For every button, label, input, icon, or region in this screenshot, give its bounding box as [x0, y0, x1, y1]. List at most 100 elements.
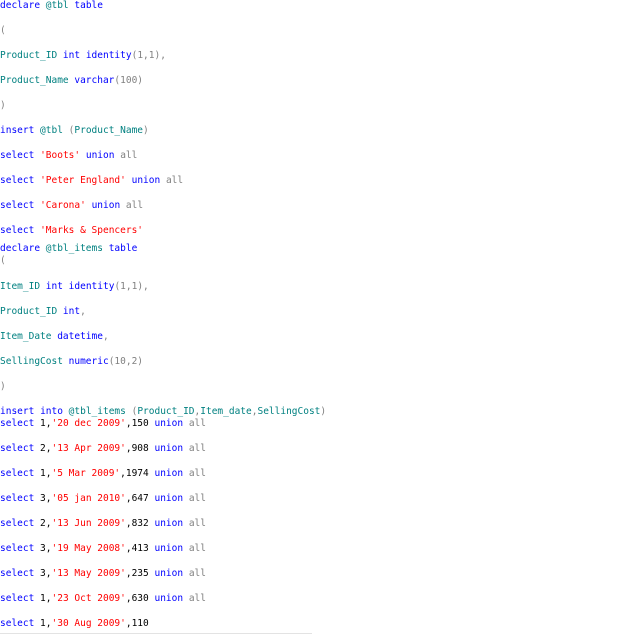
code-token: ) [0, 381, 6, 392]
code-token: ,908 [125, 443, 155, 454]
code-token: 'Peter England' [40, 175, 126, 186]
code-token: select [0, 518, 35, 529]
code-token: all [188, 568, 206, 579]
code-token: ,413 [125, 543, 155, 554]
code-token: select [0, 543, 35, 554]
code-token: @tbl [34, 125, 69, 136]
code-token: (100) [114, 75, 144, 86]
code-token: ) [143, 125, 149, 136]
code-token: select [0, 618, 35, 629]
code-token: @tbl_items [62, 406, 132, 417]
code-line: ( [0, 255, 6, 267]
code-line: Product_ID int, [0, 306, 86, 318]
code-token: all [165, 175, 184, 186]
code-token: select [0, 443, 35, 454]
code-token: union [154, 443, 184, 454]
code-token: 3, [34, 568, 52, 579]
code-token: all [188, 468, 206, 479]
code-token: ,832 [125, 518, 155, 529]
code-token: 1, [34, 418, 52, 429]
code-token: '13 May 2009' [51, 568, 126, 579]
code-line: Product_ID int identity(1,1), [0, 50, 166, 62]
code-token: 1, [34, 468, 52, 479]
code-token: , [102, 331, 109, 342]
code-token: Product_ID [137, 406, 195, 417]
code-token: union [131, 175, 161, 186]
code-token: select [0, 593, 35, 604]
code-token: into [40, 406, 63, 417]
code-token: int [45, 281, 63, 292]
code-line: select 1,'30 Aug 2009',110 [0, 618, 149, 630]
code-line: ( [0, 25, 6, 37]
code-token: ) [0, 100, 6, 111]
code-token: select [0, 200, 35, 211]
code-token: Item_Date [0, 331, 58, 342]
code-token: union [154, 568, 184, 579]
code-line: ) [0, 381, 6, 393]
code-token: insert [0, 125, 35, 136]
code-line: select 2,'13 Apr 2009',908 union all [0, 443, 206, 455]
code-line: select 'Carona' union all [0, 200, 143, 212]
code-token: ,235 [125, 568, 155, 579]
code-line: select 'Marks & Spencers' [0, 225, 143, 237]
code-token: select [0, 225, 35, 236]
code-line: Product_Name varchar(100) [0, 75, 143, 87]
code-token: table [108, 243, 138, 254]
code-line: select 3,'13 May 2009',235 union all [0, 568, 206, 580]
code-token: 'Carona' [40, 200, 86, 211]
code-token: Product_ID [0, 306, 63, 317]
code-line: SellingCost numeric(10,2) [0, 356, 143, 368]
code-token: select [0, 418, 35, 429]
code-token: ,1974 [120, 468, 155, 479]
code-token: 1, [34, 593, 52, 604]
code-token: all [120, 150, 138, 161]
code-line: select 'Peter England' union all [0, 175, 183, 187]
code-token: varchar [74, 75, 115, 86]
code-line: select 3,'19 May 2008',413 union all [0, 543, 206, 555]
code-token: all [188, 518, 206, 529]
code-token: 2, [34, 443, 52, 454]
code-token: Item_date [200, 406, 252, 417]
code-token: 'Boots' [40, 150, 81, 161]
code-token: declare [0, 243, 41, 254]
code-token: union [154, 468, 184, 479]
code-token: '05 jan 2010' [51, 493, 126, 504]
code-line: Item_ID int identity(1,1), [0, 281, 149, 293]
code-token: union [91, 200, 121, 211]
code-token: select [0, 175, 35, 186]
code-token: ,110 [125, 618, 149, 629]
code-token: union [154, 593, 184, 604]
code-token: ,647 [125, 493, 155, 504]
code-token: all [188, 493, 206, 504]
code-token: @tbl [40, 0, 75, 11]
code-token: SellingCost [257, 406, 321, 417]
code-token: numeric [68, 356, 109, 367]
code-token: Product_Name [74, 125, 144, 136]
code-line: Item_Date datetime, [0, 331, 109, 343]
code-token: union [154, 518, 184, 529]
code-token: '13 Jun 2009' [51, 518, 126, 529]
code-token: union [85, 150, 115, 161]
code-token: ) [320, 406, 327, 417]
code-token: 3, [34, 543, 52, 554]
code-token: datetime [57, 331, 103, 342]
code-token: @tbl_items [40, 243, 109, 254]
code-token: select [0, 568, 35, 579]
code-token: identity [85, 50, 132, 61]
code-token: select [0, 493, 35, 504]
code-line: select 3,'05 jan 2010',647 union all [0, 493, 206, 505]
code-line: ) [0, 100, 6, 112]
sql-code-editor[interactable]: declare @tbl table ( Product_ID int identi… [0, 0, 640, 636]
code-token: ,150 [125, 418, 155, 429]
code-line: declare @tbl_items table [0, 243, 137, 255]
code-token: select [0, 468, 35, 479]
code-token: all [188, 443, 206, 454]
code-token: 3, [34, 493, 52, 504]
code-token: union [154, 493, 184, 504]
code-line: select 'Boots' union all [0, 150, 137, 162]
code-line: select 1,'20 dec 2009',150 union all [0, 418, 206, 430]
code-token: declare [0, 0, 41, 11]
code-token: all [188, 543, 206, 554]
code-token: ( [0, 25, 6, 36]
code-token: '23 Oct 2009' [51, 593, 126, 604]
